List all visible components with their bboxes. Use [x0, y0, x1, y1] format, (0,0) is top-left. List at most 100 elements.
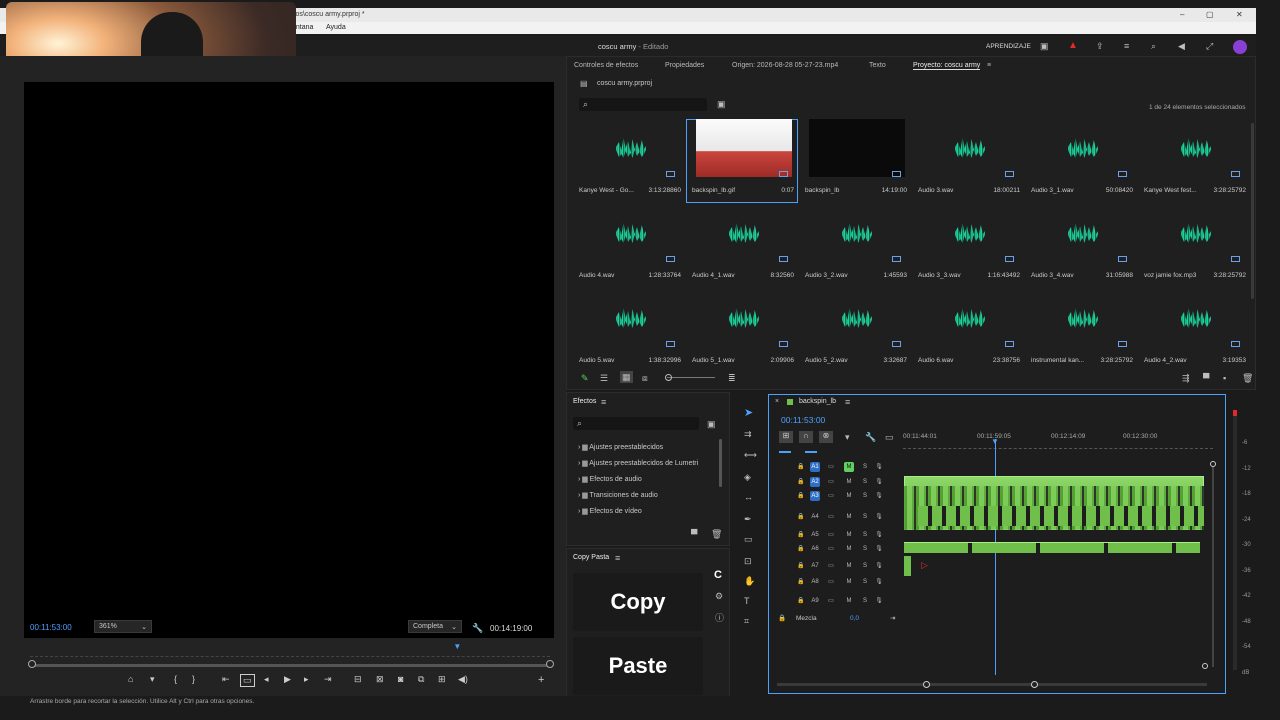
pencil-icon[interactable]: ✎	[581, 373, 589, 384]
scroll-handle-right[interactable]	[546, 660, 554, 668]
compare-icon[interactable]: ⧉	[418, 674, 424, 685]
tab-menu-icon[interactable]: ≡	[987, 62, 991, 69]
close-button[interactable]: ✕	[1236, 10, 1243, 19]
project-item[interactable]: Audio 4.wav 1:28:33764	[573, 204, 685, 288]
timeline-timecode[interactable]: 00:11:53:00	[781, 415, 825, 425]
fullscreen-icon[interactable]: ⤢	[1206, 41, 1213, 51]
mic-icon[interactable]: 🎙	[874, 561, 884, 571]
hscroll-handle-right[interactable]	[1031, 681, 1038, 688]
tab-text[interactable]: Texto	[869, 62, 886, 69]
track-label[interactable]: A5	[810, 530, 820, 540]
panel-menu-icon[interactable]: ≡	[845, 397, 850, 407]
add-button-icon[interactable]: +	[538, 674, 544, 686]
lift-icon[interactable]: ⌂	[128, 674, 133, 684]
effects-search-input[interactable]: ⌕	[573, 417, 699, 430]
track-label[interactable]: A4	[810, 512, 820, 522]
sort-icon[interactable]: ≣	[728, 373, 736, 383]
list-view-icon[interactable]: ☰	[600, 373, 608, 383]
project-item[interactable]: Audio 5_2.wav 3:32687	[799, 289, 911, 365]
mute-button[interactable]: M	[844, 544, 854, 554]
new-bin-icon[interactable]: ▣	[717, 99, 726, 109]
track-label[interactable]: A9	[810, 596, 820, 606]
solo-button[interactable]: S	[860, 577, 870, 587]
tab-project[interactable]: Proyecto: coscu army	[913, 62, 981, 70]
sequence-tab[interactable]: backspin_lb	[799, 398, 836, 405]
program-scrollbar[interactable]	[30, 664, 552, 667]
panel-menu-icon[interactable]: ≡	[601, 397, 606, 407]
project-item[interactable]: backspin_lb.gif 0:07	[686, 119, 798, 203]
trash-icon[interactable]: 🗑	[1242, 373, 1253, 383]
timeline-hscrollbar[interactable]	[777, 683, 1207, 686]
solo-button[interactable]: S	[860, 544, 870, 554]
project-item[interactable]: instrumental kan... 3:28:25792	[1025, 289, 1137, 365]
freeform-view-icon[interactable]: ⧈	[642, 373, 648, 383]
project-item[interactable]: Kanye West fest... 3:28:25792	[1138, 119, 1249, 203]
tab-effect-controls[interactable]: Controles de efectos	[574, 62, 638, 69]
thumbnail-size-slider[interactable]	[667, 377, 715, 378]
mic-icon[interactable]: 🎙	[874, 491, 884, 501]
snap-icon[interactable]: ∩	[799, 431, 813, 443]
effects-folder-item[interactable]: › ▆ Efectos de audio	[578, 475, 642, 483]
icon-view-icon[interactable]: ▦	[620, 371, 633, 383]
mute-button[interactable]: M	[844, 577, 854, 587]
project-item[interactable]: backspin_lb 14:19:00	[799, 119, 911, 203]
lock-icon[interactable]: 🔒	[796, 561, 806, 571]
play-icon[interactable]: ▶	[284, 674, 291, 685]
project-item[interactable]: Audio 3_4.wav 31:05988	[1025, 204, 1137, 288]
linked-selection-icon[interactable]: ⊗	[819, 431, 833, 443]
trash-icon[interactable]: 🗑	[711, 529, 722, 539]
project-scrollbar[interactable]	[1251, 123, 1254, 299]
mic-icon[interactable]: 🎙	[874, 477, 884, 487]
effects-folder-item[interactable]: › ▆ Ajustes preestablecidos	[578, 443, 663, 451]
razor-tool-icon[interactable]: ◈	[744, 472, 751, 482]
mute-button[interactable]: M	[844, 477, 854, 487]
panel-menu-icon[interactable]: ≡	[615, 553, 620, 563]
project-item[interactable]: Audio 5_1.wav 2:09906	[686, 289, 798, 365]
effects-folder-item[interactable]: › ▆ Ajustes preestablecidos de Lumetri	[578, 459, 698, 467]
sync-lock-icon[interactable]: ▭	[826, 577, 836, 587]
add-marker-icon[interactable]: ▾	[845, 432, 850, 442]
multi-icon[interactable]: ⊞	[438, 674, 446, 685]
new-folder-icon[interactable]: ▀	[1203, 373, 1209, 383]
solo-button[interactable]: S	[860, 491, 870, 501]
mic-icon[interactable]: 🎙	[874, 577, 884, 587]
tab-properties[interactable]: Propiedades	[665, 62, 704, 69]
mute-button[interactable]: M	[844, 462, 854, 472]
solo-button[interactable]: S	[860, 530, 870, 540]
new-item-icon[interactable]: ▪	[1223, 373, 1226, 383]
marker-icon[interactable]: ▾	[150, 674, 155, 685]
avatar[interactable]	[1233, 40, 1247, 54]
project-item[interactable]: Audio 4_1.wav 8:32560	[686, 204, 798, 288]
mix-value[interactable]: 0,0	[850, 615, 859, 622]
effects-folder-item[interactable]: › ▆ Efectos de vídeo	[578, 507, 642, 515]
tab-source[interactable]: Origen: 2026-08-28 05-27-23.mp4	[732, 62, 838, 69]
zoom-icon[interactable]: ⌕	[1151, 41, 1156, 51]
lock-icon[interactable]: 🔒	[796, 596, 806, 606]
vscroll-handle-bottom[interactable]	[1202, 663, 1208, 669]
insert-icon[interactable]: ⊟	[354, 674, 362, 685]
gear-icon[interactable]: ⚙	[715, 591, 723, 601]
mic-icon[interactable]: 🎙	[874, 512, 884, 522]
quality-select[interactable]: Completa ⌄	[408, 620, 462, 633]
go-to-in-icon[interactable]: ⇤	[222, 674, 230, 685]
sync-lock-icon[interactable]: ▭	[826, 596, 836, 606]
learn-button[interactable]: APRENDIZAJE	[986, 43, 1031, 50]
automate-icon[interactable]: ⇶	[1182, 373, 1190, 383]
safe-margins-icon[interactable]: ▭	[240, 674, 255, 687]
maximize-button[interactable]: ▢	[1206, 10, 1214, 19]
mic-icon[interactable]: 🎙	[874, 596, 884, 606]
accelerated-icon[interactable]: ▣	[707, 419, 716, 429]
track-label[interactable]: A2	[810, 477, 820, 487]
paste-button[interactable]: Paste	[573, 637, 703, 695]
hscroll-handle-left[interactable]	[923, 681, 930, 688]
project-item[interactable]: Audio 4_2.wav 3:19353	[1138, 289, 1249, 365]
caption-tool-icon[interactable]: ⌗	[744, 616, 749, 626]
panel-icon[interactable]: ▣	[1040, 41, 1049, 51]
project-item[interactable]: Audio 3_3.wav 1:16:43492	[912, 204, 1024, 288]
lock-icon[interactable]: 🔒	[796, 577, 806, 587]
step-back-icon[interactable]: ◂	[264, 674, 269, 685]
sync-lock-icon[interactable]: ▭	[826, 544, 836, 554]
project-item[interactable]: Audio 6.wav 23:38756	[912, 289, 1024, 365]
share-icon[interactable]: ⇪	[1096, 41, 1104, 51]
project-item[interactable]: Audio 3_2.wav 1:45593	[799, 204, 911, 288]
